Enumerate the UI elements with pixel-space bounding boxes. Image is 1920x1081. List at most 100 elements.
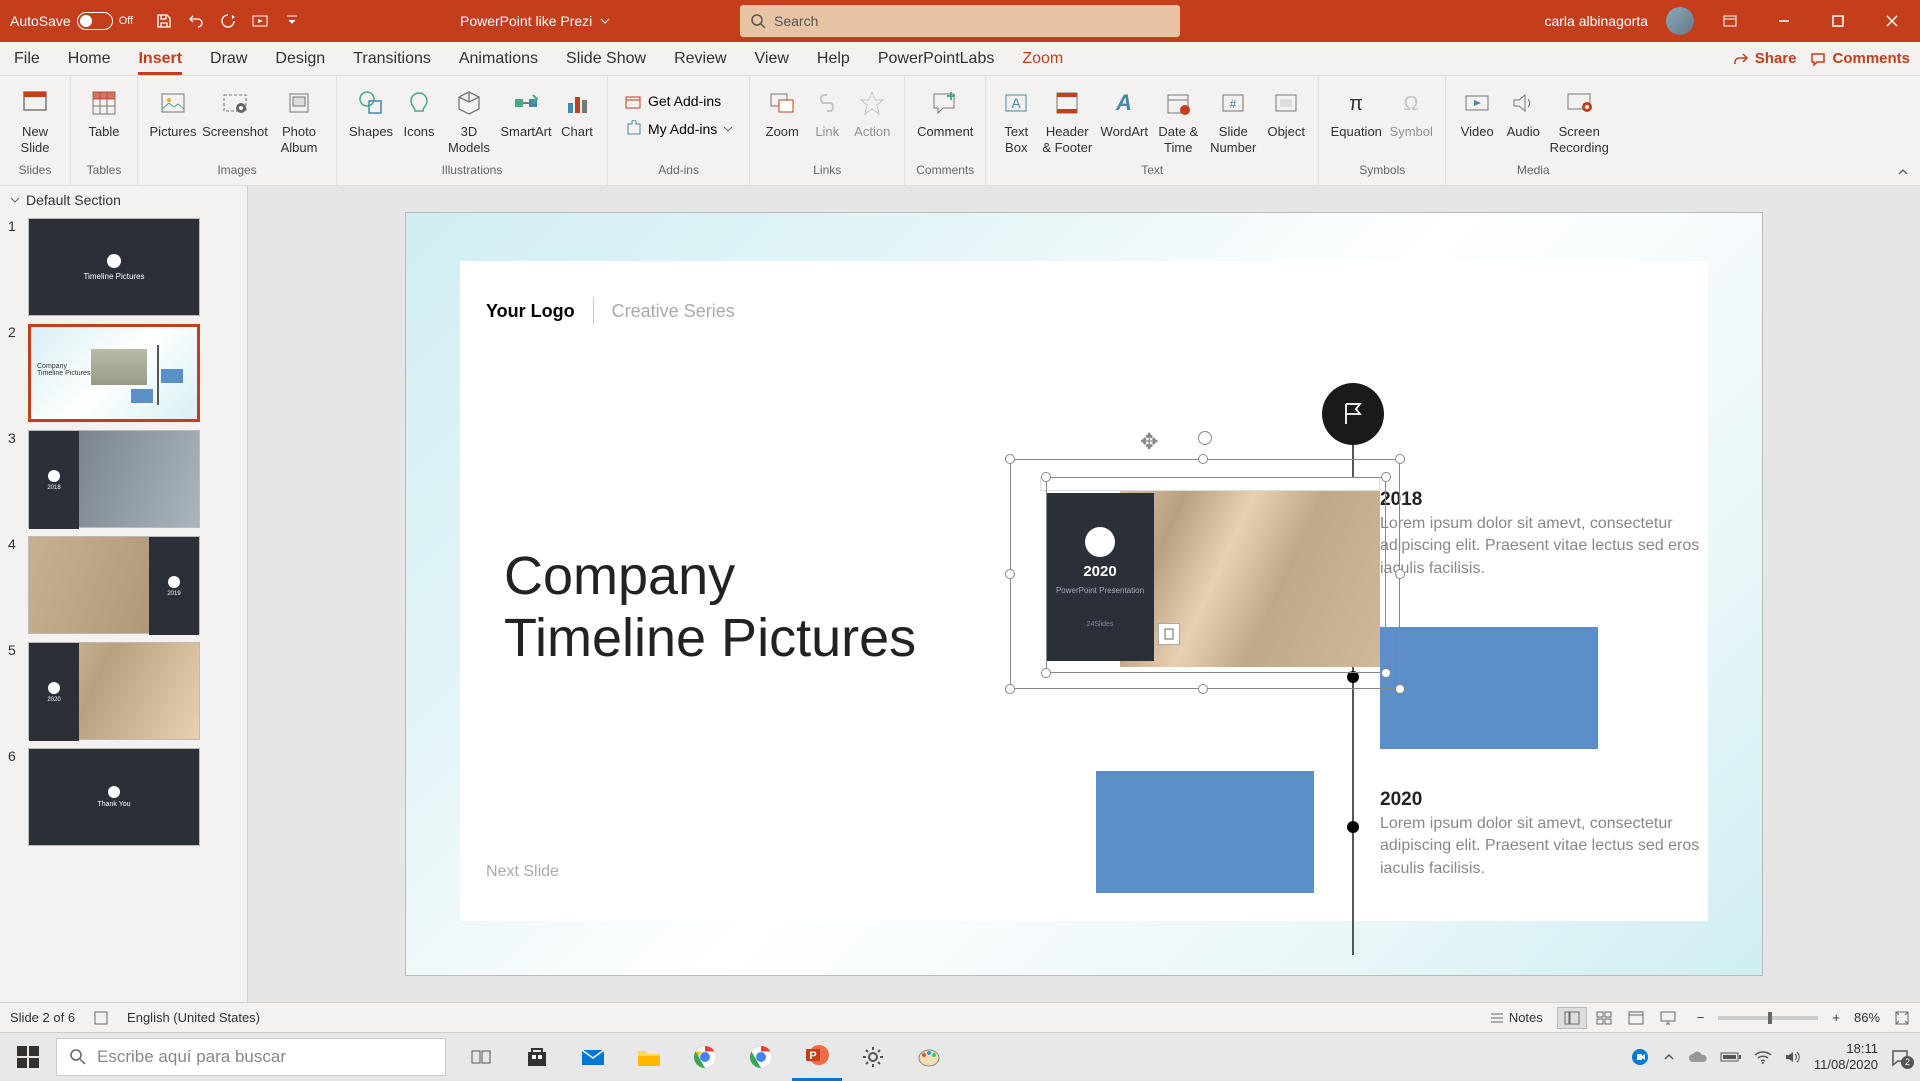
header-footer-button[interactable]: Header & Footer bbox=[1038, 80, 1096, 155]
timeline-box-2020[interactable] bbox=[1096, 771, 1314, 893]
slide-position[interactable]: Slide 2 of 6 bbox=[10, 1010, 75, 1025]
autosave-toggle[interactable]: AutoSave Off bbox=[0, 12, 143, 30]
slide-sorter-button[interactable] bbox=[1589, 1007, 1619, 1029]
clock[interactable]: 18:11 11/08/2020 bbox=[1814, 1041, 1878, 1072]
slide-number-button[interactable]: # Slide Number bbox=[1204, 80, 1262, 155]
shapes-button[interactable]: Shapes bbox=[345, 80, 397, 140]
screen-recording-button[interactable]: Screen Recording bbox=[1546, 80, 1612, 155]
timeline-desc-2020[interactable]: Lorem ipsum dolor sit amevt, consectetur… bbox=[1380, 813, 1700, 880]
onedrive-icon[interactable] bbox=[1688, 1050, 1708, 1064]
tab-draw[interactable]: Draw bbox=[196, 42, 261, 75]
start-button[interactable] bbox=[0, 1033, 56, 1080]
pictures-button[interactable]: Pictures bbox=[146, 80, 200, 140]
language-indicator[interactable]: English (United States) bbox=[127, 1010, 260, 1025]
section-header[interactable]: Default Section bbox=[0, 186, 247, 214]
document-title[interactable]: PowerPoint like Prezi bbox=[460, 13, 610, 29]
battery-icon[interactable] bbox=[1720, 1050, 1742, 1064]
zoom-level[interactable]: 86% bbox=[1854, 1010, 1880, 1025]
powerpoint-icon[interactable]: P bbox=[792, 1033, 842, 1081]
tab-help[interactable]: Help bbox=[803, 42, 864, 75]
screenshot-button[interactable]: Screenshot bbox=[200, 80, 270, 140]
tab-zoom[interactable]: Zoom bbox=[1008, 42, 1077, 75]
slide-series[interactable]: Creative Series bbox=[612, 301, 735, 322]
comments-button[interactable]: Comments bbox=[1810, 50, 1910, 67]
notifications-icon[interactable]: 2 bbox=[1890, 1047, 1910, 1067]
link-button[interactable]: Link bbox=[806, 80, 848, 140]
slide-logo[interactable]: Your Logo bbox=[486, 301, 575, 322]
slide-canvas[interactable]: Your Logo Creative Series Company Timeli… bbox=[248, 186, 1920, 1002]
close-button[interactable] bbox=[1874, 3, 1910, 39]
slideshow-view-button[interactable] bbox=[1653, 1007, 1683, 1029]
qat-customize-icon[interactable] bbox=[283, 12, 301, 30]
notes-button[interactable]: Notes bbox=[1489, 1010, 1543, 1026]
meet-now-icon[interactable] bbox=[1630, 1047, 1650, 1067]
tab-animations[interactable]: Animations bbox=[445, 42, 552, 75]
timeline-desc-2018[interactable]: Lorem ipsum dolor sit amevt, consectetur… bbox=[1380, 513, 1700, 580]
mail-icon[interactable] bbox=[568, 1033, 618, 1081]
slide-title[interactable]: Company Timeline Pictures bbox=[504, 545, 916, 669]
search-input[interactable]: Search bbox=[740, 5, 1180, 37]
undo-icon[interactable] bbox=[187, 12, 205, 30]
zoom-out-button[interactable]: − bbox=[1697, 1010, 1705, 1025]
minimize-button[interactable] bbox=[1766, 3, 1802, 39]
tab-home[interactable]: Home bbox=[54, 42, 125, 75]
get-addins-button[interactable]: Get Add-ins bbox=[616, 90, 741, 112]
rotate-handle[interactable] bbox=[1198, 431, 1212, 445]
timeline-start-flag[interactable] bbox=[1322, 383, 1384, 445]
share-button[interactable]: Share bbox=[1733, 50, 1797, 67]
thumbnail-6[interactable]: 6 Thank You bbox=[0, 744, 247, 850]
thumbnail-4[interactable]: 4 2019 bbox=[0, 532, 247, 638]
settings-icon[interactable] bbox=[848, 1033, 898, 1081]
zoom-in-button[interactable]: + bbox=[1832, 1010, 1840, 1025]
resize-handle[interactable] bbox=[1395, 684, 1405, 694]
thumbnail-1[interactable]: 1 Timeline Pictures bbox=[0, 214, 247, 320]
slide-thumbnail-panel[interactable]: Default Section 1 Timeline Pictures 2 Co… bbox=[0, 186, 248, 1002]
resize-handle[interactable] bbox=[1005, 684, 1015, 694]
timeline-box-2019[interactable] bbox=[1380, 627, 1598, 749]
fit-to-window-button[interactable] bbox=[1894, 1010, 1910, 1026]
resize-handle[interactable] bbox=[1041, 472, 1051, 482]
audio-button[interactable]: Audio bbox=[1500, 80, 1546, 140]
file-explorer-icon[interactable] bbox=[624, 1033, 674, 1081]
comment-button[interactable]: Comment bbox=[913, 80, 977, 140]
wordart-button[interactable]: A WordArt bbox=[1096, 80, 1152, 140]
tab-insert[interactable]: Insert bbox=[124, 42, 196, 75]
equation-button[interactable]: π Equation bbox=[1327, 80, 1385, 140]
volume-icon[interactable] bbox=[1784, 1049, 1802, 1065]
collapse-ribbon-button[interactable] bbox=[1896, 165, 1910, 179]
video-button[interactable]: Video bbox=[1454, 80, 1500, 140]
tab-powerpointlabs[interactable]: PowerPointLabs bbox=[864, 42, 1009, 75]
redo-icon[interactable] bbox=[219, 12, 237, 30]
textbox-button[interactable]: A Text Box bbox=[994, 80, 1038, 155]
slide[interactable]: Your Logo Creative Series Company Timeli… bbox=[405, 212, 1763, 976]
zoom-button[interactable]: Zoom bbox=[758, 80, 806, 140]
my-addins-button[interactable]: My Add-ins bbox=[616, 118, 741, 140]
windows-search-input[interactable]: Escribe aquí para buscar bbox=[56, 1038, 446, 1076]
accessibility-icon[interactable] bbox=[93, 1010, 109, 1026]
resize-handle[interactable] bbox=[1395, 454, 1405, 464]
icons-button[interactable]: Icons bbox=[397, 80, 441, 140]
object-button[interactable]: Object bbox=[1262, 80, 1310, 140]
resize-handle[interactable] bbox=[1395, 569, 1405, 579]
symbol-button[interactable]: Ω Symbol bbox=[1385, 80, 1437, 140]
thumbnail-5[interactable]: 5 2020 bbox=[0, 638, 247, 744]
resize-handle[interactable] bbox=[1198, 454, 1208, 464]
selected-object-group[interactable]: 2020 PowerPoint Presentation 24Slides ✥ bbox=[1010, 459, 1400, 689]
normal-view-button[interactable] bbox=[1557, 1007, 1587, 1029]
new-slide-button[interactable]: New Slide bbox=[8, 80, 62, 155]
thumbnail-2[interactable]: 2 CompanyTimeline Pictures bbox=[0, 320, 247, 426]
resize-handle[interactable] bbox=[1041, 668, 1051, 678]
chart-button[interactable]: Chart bbox=[555, 80, 599, 140]
chrome-canary-icon[interactable] bbox=[736, 1033, 786, 1081]
tab-design[interactable]: Design bbox=[261, 42, 339, 75]
start-from-beginning-icon[interactable] bbox=[251, 12, 269, 30]
task-view-button[interactable] bbox=[456, 1033, 506, 1081]
resize-handle[interactable] bbox=[1381, 472, 1391, 482]
tray-chevron-icon[interactable] bbox=[1662, 1050, 1676, 1064]
datetime-button[interactable]: Date & Time bbox=[1152, 80, 1204, 155]
photo-album-button[interactable]: Photo Album bbox=[270, 80, 328, 155]
table-button[interactable]: Table bbox=[79, 80, 129, 140]
tab-review[interactable]: Review bbox=[660, 42, 740, 75]
ribbon-display-button[interactable] bbox=[1712, 3, 1748, 39]
timeline-year-2020[interactable]: 2020 bbox=[1380, 789, 1422, 811]
